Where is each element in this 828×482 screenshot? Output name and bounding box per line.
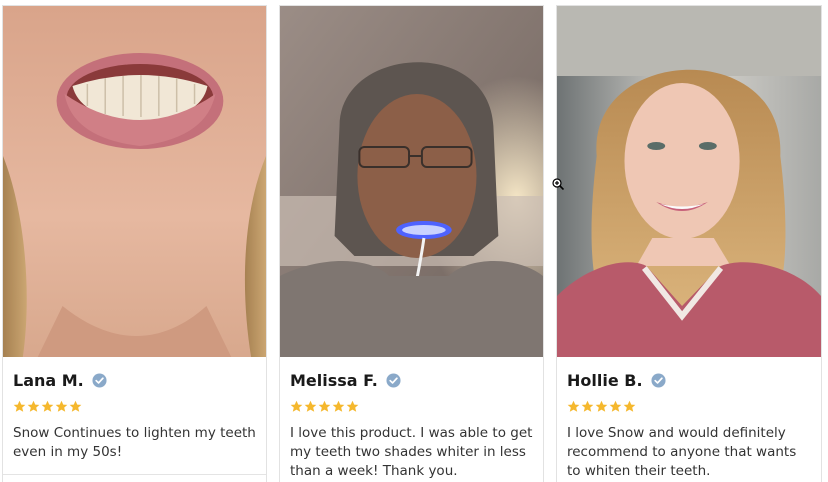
star-rating [567,400,811,414]
star-rating [13,400,256,414]
star-icon [581,400,594,412]
review-photo[interactable] [3,6,266,357]
star-icon [27,400,40,412]
review-card: Hollie B. I love Snow and would definite… [556,5,822,482]
review-photo[interactable] [280,6,543,357]
star-icon [41,400,54,412]
star-icon [623,400,636,412]
star-icon [346,400,359,412]
star-icon [567,400,580,412]
review-card: Melissa F. I love this product. I was ab… [279,5,544,482]
review-card: Lana M. Snow Continues to lighten my tee… [2,5,267,482]
review-text: I love Snow and would definitely recomme… [567,425,797,479]
smile-closeup-photo [3,6,266,357]
reviewer-name: Melissa F. [290,370,378,390]
verified-check-icon [386,372,401,388]
reviewer-name: Lana M. [13,370,84,390]
star-icon [304,400,317,412]
review-photo[interactable] [557,6,821,357]
card-divider [3,474,266,475]
star-icon [318,400,331,412]
star-icon [69,400,82,412]
reviewer-row: Lana M. [13,370,256,390]
star-rating [290,400,533,414]
selfie-smile-photo [557,6,821,357]
reviewer-row: Melissa F. [290,370,533,390]
zoom-in-cursor-icon [552,178,564,190]
reviewer-row: Hollie B. [567,370,811,390]
reviewer-name: Hollie B. [567,370,643,390]
star-icon [609,400,622,412]
star-icon [290,400,303,412]
star-icon [332,400,345,412]
verified-check-icon [92,372,107,388]
review-text: Snow Continues to lighten my teeth even … [13,425,256,460]
star-icon [595,400,608,412]
star-icon [13,400,26,412]
verified-check-icon [651,372,666,388]
review-text: I love this product. I was able to get m… [290,425,533,479]
star-icon [55,400,68,412]
led-whitening-device-photo [280,6,543,357]
